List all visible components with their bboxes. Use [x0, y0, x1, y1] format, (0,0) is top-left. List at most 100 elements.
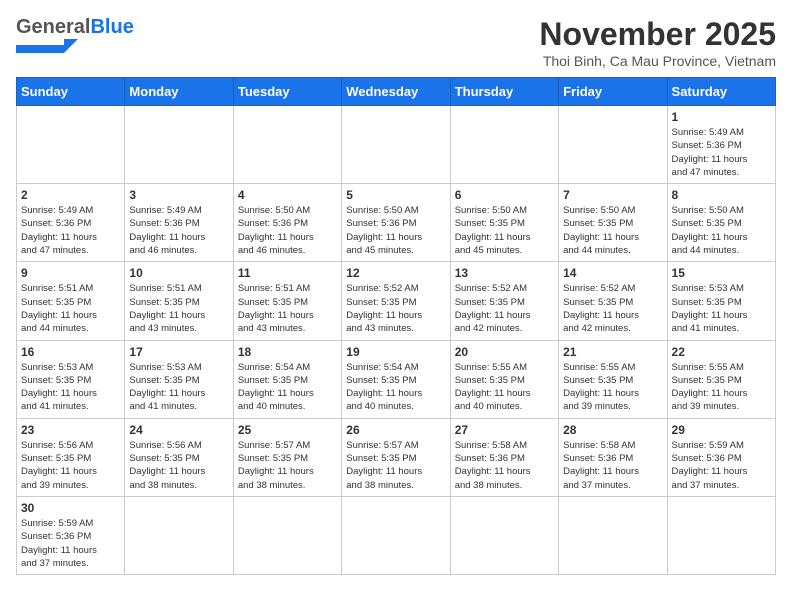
- calendar-cell: 24 Sunrise: 5:56 AM Sunset: 5:35 PM Dayli…: [125, 418, 233, 496]
- day-info: Sunrise: 5:55 AM Sunset: 5:35 PM Dayligh…: [672, 361, 771, 414]
- calendar-cell: 14 Sunrise: 5:52 AM Sunset: 5:35 PM Dayli…: [559, 262, 667, 340]
- day-info: Sunrise: 5:57 AM Sunset: 5:35 PM Dayligh…: [346, 439, 445, 492]
- day-number: 21: [563, 345, 662, 359]
- day-info: Sunrise: 5:51 AM Sunset: 5:35 PM Dayligh…: [129, 282, 228, 335]
- day-info: Sunrise: 5:52 AM Sunset: 5:35 PM Dayligh…: [346, 282, 445, 335]
- day-info: Sunrise: 5:50 AM Sunset: 5:36 PM Dayligh…: [346, 204, 445, 257]
- day-number: 12: [346, 266, 445, 280]
- day-info: Sunrise: 5:54 AM Sunset: 5:35 PM Dayligh…: [346, 361, 445, 414]
- day-number: 5: [346, 188, 445, 202]
- day-info: Sunrise: 5:59 AM Sunset: 5:36 PM Dayligh…: [672, 439, 771, 492]
- day-info: Sunrise: 5:52 AM Sunset: 5:35 PM Dayligh…: [563, 282, 662, 335]
- month-title: November 2025: [539, 16, 776, 53]
- day-info: Sunrise: 5:55 AM Sunset: 5:35 PM Dayligh…: [563, 361, 662, 414]
- calendar-week-2: 2 Sunrise: 5:49 AM Sunset: 5:36 PM Daylig…: [17, 184, 776, 262]
- calendar-cell: 28Sunrise: 5:58 AM Sunset: 5:36 PM Dayli…: [559, 418, 667, 496]
- header: General Blue November 2025 Thoi Binh, Ca…: [16, 16, 776, 69]
- day-number: 24: [129, 423, 228, 437]
- day-number: 15: [672, 266, 771, 280]
- day-info: Sunrise: 5:53 AM Sunset: 5:35 PM Dayligh…: [21, 361, 120, 414]
- day-number: 16: [21, 345, 120, 359]
- day-number: 8: [672, 188, 771, 202]
- calendar-cell: [125, 106, 233, 184]
- logo-blue-text: Blue: [90, 16, 133, 39]
- calendar-cell: 22 Sunrise: 5:55 AM Sunset: 5:35 PM Dayli…: [667, 340, 775, 418]
- calendar-cell: 18Sunrise: 5:54 AM Sunset: 5:35 PM Dayli…: [233, 340, 341, 418]
- calendar-cell: 27 Sunrise: 5:58 AM Sunset: 5:36 PM Dayli…: [450, 418, 558, 496]
- day-number: 27: [455, 423, 554, 437]
- weekday-header-row: SundayMondayTuesdayWednesdayThursdayFrid…: [17, 78, 776, 106]
- day-number: 10: [129, 266, 228, 280]
- calendar-week-1: 1 Sunrise: 5:49 AM Sunset: 5:36 PM Daylig…: [17, 106, 776, 184]
- calendar-cell: 9Sunrise: 5:51 AM Sunset: 5:35 PM Daylig…: [17, 262, 125, 340]
- calendar-cell: 26Sunrise: 5:57 AM Sunset: 5:35 PM Dayli…: [342, 418, 450, 496]
- calendar-cell: 13Sunrise: 5:52 AM Sunset: 5:35 PM Dayli…: [450, 262, 558, 340]
- calendar-week-3: 9 Sunrise: 5:51 AM Sunset: 5:35 PM Daylig…: [17, 262, 776, 340]
- calendar-cell: 20Sunrise: 5:55 AM Sunset: 5:35 PM Dayli…: [450, 340, 558, 418]
- calendar-table: SundayMondayTuesdayWednesdayThursdayFrid…: [16, 77, 776, 575]
- calendar-cell: 15 Sunrise: 5:53 AM Sunset: 5:35 PM Dayli…: [667, 262, 775, 340]
- calendar-week-5: 23Sunrise: 5:56 AM Sunset: 5:35 PM Dayli…: [17, 418, 776, 496]
- day-number: 11: [238, 266, 337, 280]
- calendar-cell: 29 Sunrise: 5:59 AM Sunset: 5:36 PM Dayli…: [667, 418, 775, 496]
- day-number: 25: [238, 423, 337, 437]
- weekday-header-monday: Monday: [125, 78, 233, 106]
- calendar-cell: [342, 496, 450, 574]
- calendar-cell: 30Sunrise: 5:59 AM Sunset: 5:36 PM Dayli…: [17, 496, 125, 574]
- calendar-cell: [233, 106, 341, 184]
- calendar-cell: 2Sunrise: 5:49 AM Sunset: 5:36 PM Daylig…: [17, 184, 125, 262]
- day-number: 9: [21, 266, 120, 280]
- day-info: Sunrise: 5:49 AM Sunset: 5:36 PM Dayligh…: [129, 204, 228, 257]
- day-number: 13: [455, 266, 554, 280]
- day-number: 1: [672, 110, 771, 124]
- calendar-cell: [125, 496, 233, 574]
- calendar-cell: [667, 496, 775, 574]
- weekday-header-wednesday: Wednesday: [342, 78, 450, 106]
- calendar-cell: [559, 496, 667, 574]
- calendar-cell: [450, 496, 558, 574]
- day-info: Sunrise: 5:53 AM Sunset: 5:35 PM Dayligh…: [672, 282, 771, 335]
- calendar-cell: 5 Sunrise: 5:50 AM Sunset: 5:36 PM Daylig…: [342, 184, 450, 262]
- weekday-header-tuesday: Tuesday: [233, 78, 341, 106]
- calendar-cell: [450, 106, 558, 184]
- day-number: 17: [129, 345, 228, 359]
- calendar-cell: 1 Sunrise: 5:49 AM Sunset: 5:36 PM Daylig…: [667, 106, 775, 184]
- calendar-cell: 3Sunrise: 5:49 AM Sunset: 5:36 PM Daylig…: [125, 184, 233, 262]
- calendar-cell: 6 Sunrise: 5:50 AM Sunset: 5:35 PM Daylig…: [450, 184, 558, 262]
- day-number: 29: [672, 423, 771, 437]
- calendar-cell: 23Sunrise: 5:56 AM Sunset: 5:35 PM Dayli…: [17, 418, 125, 496]
- day-number: 14: [563, 266, 662, 280]
- calendar-cell: 19 Sunrise: 5:54 AM Sunset: 5:35 PM Dayli…: [342, 340, 450, 418]
- day-info: Sunrise: 5:50 AM Sunset: 5:35 PM Dayligh…: [563, 204, 662, 257]
- weekday-header-sunday: Sunday: [17, 78, 125, 106]
- day-number: 19: [346, 345, 445, 359]
- calendar-cell: 7Sunrise: 5:50 AM Sunset: 5:35 PM Daylig…: [559, 184, 667, 262]
- day-info: Sunrise: 5:49 AM Sunset: 5:36 PM Dayligh…: [672, 126, 771, 179]
- day-info: Sunrise: 5:56 AM Sunset: 5:35 PM Dayligh…: [129, 439, 228, 492]
- day-number: 4: [238, 188, 337, 202]
- calendar-cell: [342, 106, 450, 184]
- day-info: Sunrise: 5:58 AM Sunset: 5:36 PM Dayligh…: [563, 439, 662, 492]
- calendar-cell: [17, 106, 125, 184]
- day-info: Sunrise: 5:53 AM Sunset: 5:35 PM Dayligh…: [129, 361, 228, 414]
- calendar-week-4: 16 Sunrise: 5:53 AM Sunset: 5:35 PM Dayli…: [17, 340, 776, 418]
- day-info: Sunrise: 5:56 AM Sunset: 5:35 PM Dayligh…: [21, 439, 120, 492]
- day-info: Sunrise: 5:50 AM Sunset: 5:36 PM Dayligh…: [238, 204, 337, 257]
- calendar-body: 1 Sunrise: 5:49 AM Sunset: 5:36 PM Daylig…: [17, 106, 776, 575]
- calendar-cell: 12 Sunrise: 5:52 AM Sunset: 5:35 PM Dayli…: [342, 262, 450, 340]
- weekday-header-saturday: Saturday: [667, 78, 775, 106]
- day-number: 6: [455, 188, 554, 202]
- day-number: 22: [672, 345, 771, 359]
- weekday-header-thursday: Thursday: [450, 78, 558, 106]
- logo: General Blue: [16, 16, 134, 53]
- day-info: Sunrise: 5:58 AM Sunset: 5:36 PM Dayligh…: [455, 439, 554, 492]
- calendar-cell: [559, 106, 667, 184]
- day-info: Sunrise: 5:50 AM Sunset: 5:35 PM Dayligh…: [455, 204, 554, 257]
- day-info: Sunrise: 5:54 AM Sunset: 5:35 PM Dayligh…: [238, 361, 337, 414]
- day-info: Sunrise: 5:50 AM Sunset: 5:35 PM Dayligh…: [672, 204, 771, 257]
- calendar-cell: 25Sunrise: 5:57 AM Sunset: 5:35 PM Dayli…: [233, 418, 341, 496]
- day-number: 2: [21, 188, 120, 202]
- location: Thoi Binh, Ca Mau Province, Vietnam: [539, 53, 776, 69]
- title-area: November 2025 Thoi Binh, Ca Mau Province…: [539, 16, 776, 69]
- calendar-cell: 10 Sunrise: 5:51 AM Sunset: 5:35 PM Dayli…: [125, 262, 233, 340]
